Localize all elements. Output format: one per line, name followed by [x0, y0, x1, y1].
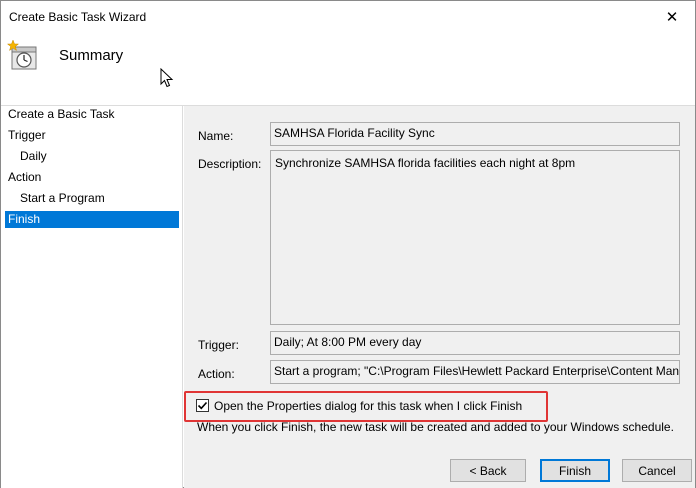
page-title: Summary: [59, 47, 124, 64]
description-label: Description:: [198, 157, 262, 171]
title-bar: Create Basic Task Wizard ✕: [1, 1, 695, 32]
sidebar-item-daily[interactable]: Daily: [5, 148, 179, 165]
sidebar-item-trigger[interactable]: Trigger: [5, 127, 179, 144]
sidebar-item-action[interactable]: Action: [5, 169, 179, 186]
name-value: SAMHSA Florida Facility Sync: [274, 126, 435, 140]
cancel-button[interactable]: Cancel: [622, 459, 692, 482]
open-properties-option[interactable]: Open the Properties dialog for this task…: [196, 396, 532, 416]
summary-panel: Name: SAMHSA Florida Facility Sync Descr…: [184, 106, 695, 488]
mouse-cursor-icon: [160, 68, 174, 88]
sidebar-item-label: Create a Basic Task: [8, 107, 115, 121]
action-label: Action:: [198, 367, 235, 381]
name-field[interactable]: SAMHSA Florida Facility Sync: [270, 122, 680, 146]
finish-button-label: Finish: [558, 463, 591, 478]
sidebar-item-label: Daily: [20, 149, 47, 163]
back-button[interactable]: < Back: [450, 459, 526, 482]
open-properties-checkbox[interactable]: [196, 399, 209, 412]
sidebar-item-label: Action: [8, 170, 42, 184]
close-button[interactable]: ✕: [649, 1, 695, 32]
checkmark-icon: [197, 401, 208, 410]
action-field[interactable]: Start a program; "C:\Program Files\Hewle…: [270, 360, 680, 384]
sidebar-item-label: Start a Program: [20, 191, 105, 205]
action-value: Start a program; "C:\Program Files\Hewle…: [274, 364, 680, 378]
task-clock-icon: [7, 39, 37, 70]
sidebar-item-start-a-program[interactable]: Start a Program: [5, 190, 179, 207]
trigger-value: Daily; At 8:00 PM every day: [274, 335, 422, 349]
sidebar-item-label: Finish: [8, 212, 41, 226]
window-title: Create Basic Task Wizard: [9, 10, 147, 24]
finish-button[interactable]: Finish: [540, 459, 610, 482]
sidebar-item-label: Trigger: [8, 128, 46, 142]
wizard-steps-sidebar: Create a Basic Task Trigger Daily Action…: [1, 106, 183, 488]
close-icon: ✕: [665, 8, 679, 26]
back-button-label: < Back: [469, 463, 507, 478]
name-label: Name:: [198, 129, 234, 143]
wizard-window: Create Basic Task Wizard ✕ Summary Creat…: [0, 0, 696, 488]
trigger-field[interactable]: Daily; At 8:00 PM every day: [270, 331, 680, 355]
finish-info-text: When you click Finish, the new task will…: [197, 420, 674, 434]
description-field[interactable]: Synchronize SAMHSA florida facilities ea…: [270, 150, 680, 325]
cancel-button-label: Cancel: [638, 463, 676, 478]
description-value: Synchronize SAMHSA florida facilities ea…: [275, 156, 576, 170]
sidebar-item-finish[interactable]: Finish: [5, 211, 179, 228]
trigger-label: Trigger:: [198, 338, 239, 352]
open-properties-label: Open the Properties dialog for this task…: [214, 399, 523, 413]
wizard-header: Summary: [1, 32, 695, 106]
sidebar-item-create-basic-task[interactable]: Create a Basic Task: [5, 106, 179, 123]
